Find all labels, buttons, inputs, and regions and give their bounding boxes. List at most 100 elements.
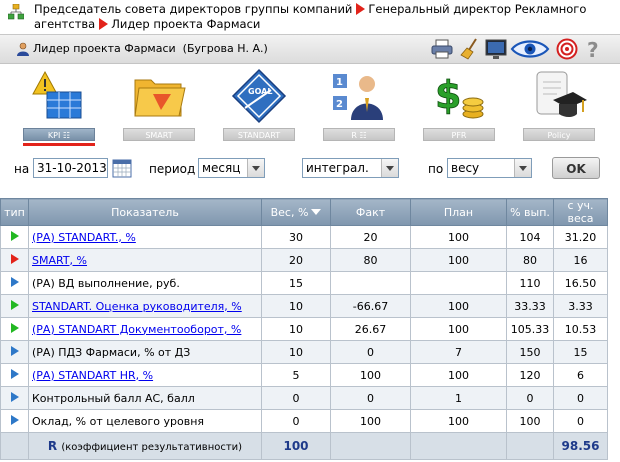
module-r[interactable]: 1 2 R ☷ (323, 68, 395, 148)
module-policy[interactable]: Policy (523, 68, 595, 148)
indicator-name[interactable]: (РА) STANDART Документооборот, % (32, 323, 241, 336)
kpi-icon (32, 70, 82, 119)
cell-fact: 0 (330, 340, 411, 364)
cell-plan: 7 (410, 340, 507, 364)
svg-text:1: 1 (336, 77, 343, 88)
table-row: Контрольный балл АС, балл 0 0 1 0 0 (0, 386, 608, 410)
breadcrumb-arrow-icon (356, 3, 366, 15)
indicator-name[interactable]: (РА) STANDART HR, % (32, 369, 153, 382)
ok-button[interactable]: OK (552, 157, 600, 179)
cell-fact: -66.67 (330, 294, 411, 318)
status-arrow-icon (10, 322, 19, 333)
cell-weight: 0 (261, 409, 331, 433)
cell-weighted: 31.20 (553, 225, 608, 249)
help-icon[interactable]: ? (582, 38, 606, 60)
col-indicator[interactable]: Показатель (28, 198, 262, 226)
cell-fact: 26.67 (330, 317, 411, 341)
goal-sign-icon: GOAL (231, 68, 287, 124)
indicator-name: Оклад, % от целевого уровня (32, 414, 205, 428)
chevron-down-icon (247, 159, 264, 177)
date-field[interactable]: 31-10-2013 (33, 158, 108, 178)
mode-select[interactable]: интеграл. (302, 158, 399, 178)
indicator-name: (РА) ВД выполнение, руб. (32, 276, 180, 290)
period-select[interactable]: месяц (198, 158, 265, 178)
breadcrumb-item-leader[interactable]: Лидер проекта Фармаси (111, 17, 260, 31)
indicator-name[interactable]: SMART, % (32, 254, 87, 267)
printer-icon[interactable] (430, 38, 454, 60)
header-title: Лидер проекта Фармаси (Бугрова Н. А.) (33, 42, 268, 55)
cell-weight: 20 (261, 248, 331, 272)
monitor-icon[interactable] (484, 38, 508, 60)
eye-icon[interactable] (510, 38, 550, 60)
module-pfr[interactable]: $ PFR (423, 68, 495, 148)
cell-pct: 104 (506, 225, 554, 249)
status-arrow-icon (10, 276, 19, 287)
user-icon (17, 42, 29, 56)
calendar-icon[interactable] (112, 158, 132, 178)
module-kpi[interactable]: KPI ☷ (23, 68, 95, 148)
col-weighted[interactable]: с уч. веса (553, 198, 608, 226)
breadcrumb-arrow-icon (99, 18, 109, 30)
ranking-icon: 1 2 (333, 74, 383, 120)
col-weight[interactable]: Вес, % (261, 198, 331, 226)
status-arrow-icon (10, 391, 19, 402)
svg-text:2: 2 (336, 99, 343, 110)
cell-plan: 100 (410, 248, 507, 272)
col-fact[interactable]: Факт (330, 198, 411, 226)
sort-label: по (428, 162, 444, 176)
cell-pct: 120 (506, 363, 554, 387)
sort-select[interactable]: весу (447, 158, 532, 178)
date-label: на (14, 162, 30, 176)
table-row: (РА) ПДЗ Фармаси, % от ДЗ 10 0 7 150 15 (0, 340, 608, 364)
cell-weight: 15 (261, 271, 331, 295)
table-row: (РА) ВД выполнение, руб. 15 110 16.50 (0, 271, 608, 295)
cell-pct: 0 (506, 386, 554, 410)
status-arrow-icon (10, 345, 19, 356)
indicator-name[interactable]: (РА) STANDART., % (32, 231, 136, 244)
table-row: (РА) STANDART Документооборот, % 10 26.67 1… (0, 317, 608, 341)
diploma-cap-icon (536, 71, 587, 117)
cell-pct: 150 (506, 340, 554, 364)
breadcrumb: Председатель совета директоров группы ко… (8, 2, 616, 32)
target-icon[interactable] (555, 38, 579, 60)
cell-pct: 110 (506, 271, 554, 295)
header-bar: Лидер проекта Фармаси (Бугрова Н. А.) ? (0, 34, 620, 64)
kpi-table: тип Показатель Вес, % Факт План % вып. с… (0, 198, 608, 460)
status-arrow-icon (10, 414, 19, 425)
cell-weight: 10 (261, 340, 331, 364)
cell-pct: 33.33 (506, 294, 554, 318)
cell-weight: 0 (261, 386, 331, 410)
cell-plan: 1 (410, 386, 507, 410)
cell-pct: 100 (506, 409, 554, 433)
cell-weighted: 0 (553, 409, 608, 433)
status-arrow-icon (10, 253, 19, 264)
col-type: тип (0, 198, 29, 226)
cell-fact (330, 271, 411, 295)
cell-weighted: 16.50 (553, 271, 608, 295)
col-pct[interactable]: % вып. (506, 198, 554, 226)
module-standart[interactable]: GOAL STANDART (223, 68, 295, 148)
table-row: SMART, % 20 80 100 80 16 (0, 248, 608, 272)
cell-weight: 10 (261, 294, 331, 318)
cell-pct: 105.33 (506, 317, 554, 341)
cell-plan: 100 (410, 294, 507, 318)
cell-weight: 10 (261, 317, 331, 341)
table-row: STANDART. Оценка руководителя, % 10 -66.67… (0, 294, 608, 318)
table-row: Оклад, % от целевого уровня 0 100 100 100 0 (0, 409, 608, 433)
cell-weighted: 16 (553, 248, 608, 272)
cell-plan: 100 (410, 317, 507, 341)
breadcrumb-item-chairman[interactable]: Председатель совета директоров группы ко… (34, 2, 352, 16)
indicator-name[interactable]: STANDART. Оценка руководителя, % (32, 300, 242, 313)
module-smart[interactable]: SMART (123, 68, 195, 148)
org-structure-icon (8, 4, 24, 20)
table-row: (РА) STANDART HR, % 5 100 100 120 6 (0, 363, 608, 387)
cell-pct: 80 (506, 248, 554, 272)
status-arrow-icon (10, 368, 19, 379)
status-arrow-icon (10, 299, 19, 310)
broom-icon[interactable] (458, 38, 482, 60)
cell-weighted: 3.33 (553, 294, 608, 318)
svg-text:$: $ (435, 73, 461, 117)
cell-fact: 80 (330, 248, 411, 272)
col-plan[interactable]: План (410, 198, 507, 226)
active-underline (23, 143, 95, 146)
